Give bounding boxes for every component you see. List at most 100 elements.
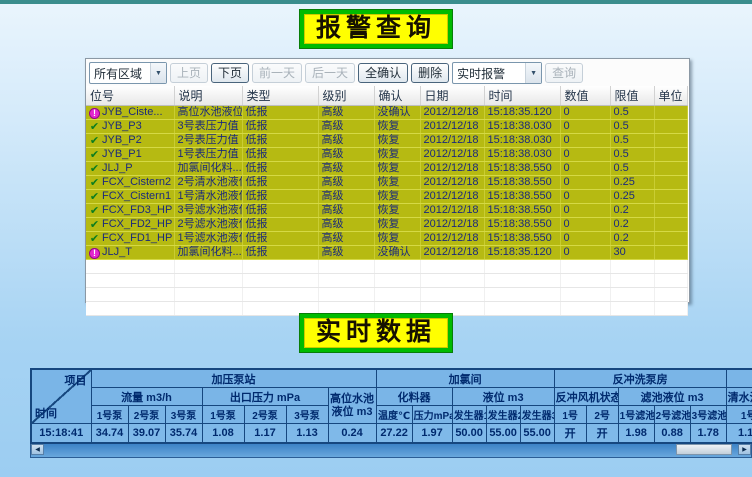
corner-item-label: 项目 (65, 372, 87, 388)
cell-desc: 2号滤水池液位 (174, 218, 242, 232)
col-generator1: 发生器1 (452, 406, 486, 424)
cell-date: 2012/12/18 (420, 176, 484, 190)
area-dropdown[interactable]: 所有区域 ▼ (89, 62, 167, 84)
cell-desc: 2号清水池液位 (174, 176, 242, 190)
alarm-row[interactable]: ✔JLJ_P 加氯间化料... 低报 高级 恢复 2012/12/18 15:1… (86, 162, 687, 176)
clear-water1-value: 1.18 (726, 424, 752, 444)
cell-ack: 恢复 (374, 134, 420, 148)
cell-value: 0 (560, 246, 610, 260)
corner-time-label: 时间 (35, 405, 57, 421)
cell-tag: ✔FCX_FD2_HP (86, 218, 174, 232)
cell-date: 2012/12/18 (420, 232, 484, 246)
prev-day-button[interactable]: 前一天 (252, 63, 302, 83)
alarm-row[interactable]: ✔JYB_P3 3号表压力值 低报 高级 恢复 2012/12/18 15:18… (86, 120, 687, 134)
cell-unit (654, 246, 687, 260)
col-limit[interactable]: 限值 (610, 86, 654, 106)
col-value[interactable]: 数值 (560, 86, 610, 106)
chevron-down-icon: ▼ (150, 63, 166, 83)
cell-tag: ✔FCX_FD3_HP (86, 204, 174, 218)
col-level[interactable]: 级别 (318, 86, 374, 106)
alarm-table: 位号 说明 类型 级别 确认 日期 时间 数值 限值 单位 !JYB_Ciste… (86, 86, 688, 316)
next-page-button[interactable]: 下页 (211, 63, 249, 83)
cell-date: 2012/12/18 (420, 134, 484, 148)
cell-desc: 加氯间化料... (174, 246, 242, 260)
col-fan2: 2号 (586, 406, 618, 424)
cell-value: 0 (560, 218, 610, 232)
ack-check-icon: ✔ (89, 136, 100, 147)
col-date[interactable]: 日期 (420, 86, 484, 106)
cell-time: 15:18:38.550 (484, 204, 560, 218)
cell-ack: 恢复 (374, 218, 420, 232)
cell-type: 低报 (242, 218, 318, 232)
col-filter-pool2: 2号滤池 (654, 406, 690, 424)
alarm-row[interactable]: ✔FCX_FD3_HP 3号滤水池液位 低报 高级 恢复 2012/12/18 … (86, 204, 687, 218)
col-ack[interactable]: 确认 (374, 86, 420, 106)
cell-unit (654, 134, 687, 148)
value-row: 15:18:41 34.74 39.07 35.74 1.08 1.17 1.1… (31, 424, 752, 444)
group-pump-station: 加压泵站 (91, 369, 376, 388)
group-header-row: 项目 时间 加压泵站 加氯间 反冲洗泵房 清水池 (31, 369, 752, 388)
cell-limit: 0.5 (610, 106, 654, 120)
cell-ack: 恢复 (374, 232, 420, 246)
alarm-row[interactable]: ✔FCX_FD2_HP 2号滤水池液位 低报 高级 恢复 2012/12/18 … (86, 218, 687, 232)
ack-check-icon: ✔ (89, 234, 100, 245)
ack-all-button[interactable]: 全确认 (358, 63, 408, 83)
col-type[interactable]: 类型 (242, 86, 318, 106)
cell-level: 高级 (318, 106, 374, 120)
scrollbar-thumb[interactable] (676, 444, 732, 455)
alarm-row[interactable]: ✔FCX_Cistern1 1号清水池液位 低报 高级 恢复 2012/12/1… (86, 190, 687, 204)
col-fan1: 1号 (554, 406, 586, 424)
cell-limit: 0.5 (610, 148, 654, 162)
alarm-row[interactable]: ✔JYB_P1 1号表压力值 低报 高级 恢复 2012/12/18 15:18… (86, 148, 687, 162)
col-time[interactable]: 时间 (484, 86, 560, 106)
pressure2-value: 1.17 (244, 424, 286, 444)
alarm-row[interactable]: !JLJ_T 加氯间化料... 低报 高级 没确认 2012/12/18 15:… (86, 246, 687, 260)
query-button[interactable]: 查询 (545, 63, 583, 83)
subheader-high-pool-level: 高位水池 液位 m3 (328, 388, 376, 424)
subheader-filter-pool-level: 滤池液位 m3 (618, 388, 726, 406)
cell-date: 2012/12/18 (420, 120, 484, 134)
flow3-value: 35.74 (165, 424, 202, 444)
col-tag[interactable]: 位号 (86, 86, 174, 106)
alarm-row[interactable]: ✔FCX_Cistern2 2号清水池液位 低报 高级 恢复 2012/12/1… (86, 176, 687, 190)
delete-button[interactable]: 删除 (411, 63, 449, 83)
mixer-pressure-value: 1.97 (412, 424, 452, 444)
cell-date: 2012/12/18 (420, 162, 484, 176)
scroll-right-icon[interactable]: ▶ (738, 444, 751, 455)
chevron-down-icon: ▼ (525, 63, 541, 83)
alarm-row[interactable]: ✔JYB_P2 2号表压力值 低报 高级 恢复 2012/12/18 15:18… (86, 134, 687, 148)
realtime-table-wrapper: 项目 时间 加压泵站 加氯间 反冲洗泵房 清水池 流量 m3/h 出口压力 mP… (30, 368, 752, 444)
top-border-strip (0, 0, 752, 4)
cell-tag: ✔JYB_P1 (86, 148, 174, 162)
cell-date: 2012/12/18 (420, 218, 484, 232)
cell-desc: 高位水池液位 (174, 106, 242, 120)
next-day-button[interactable]: 后一天 (305, 63, 355, 83)
cell-limit: 0.5 (610, 162, 654, 176)
col-mixer-pressure: 压力mPa (412, 406, 452, 424)
alarm-mode-dropdown[interactable]: 实时报警 ▼ (452, 62, 542, 84)
alarm-row[interactable]: ✔FCX_FD1_HP 1号滤水池液位 低报 高级 恢复 2012/12/18 … (86, 232, 687, 246)
prev-page-button[interactable]: 上页 (170, 63, 208, 83)
col-unit[interactable]: 单位 (654, 86, 687, 106)
alarm-row[interactable]: !JYB_Ciste... 高位水池液位 低报 高级 没确认 2012/12/1… (86, 106, 687, 120)
cell-limit: 0.2 (610, 204, 654, 218)
scroll-left-icon[interactable]: ◀ (31, 444, 44, 455)
col-desc[interactable]: 说明 (174, 86, 242, 106)
filter-pool1-value: 1.98 (618, 424, 654, 444)
cell-value: 0 (560, 106, 610, 120)
cell-level: 高级 (318, 120, 374, 134)
generator1-value: 50.00 (452, 424, 486, 444)
flow1-value: 34.74 (91, 424, 128, 444)
cell-type: 低报 (242, 120, 318, 134)
subheader-clear-water-level: 清水池液位 (726, 388, 752, 406)
generator2-value: 55.00 (486, 424, 520, 444)
col-flow-pump2: 2号泵 (128, 406, 165, 424)
col-filter-pool1: 1号滤池 (618, 406, 654, 424)
cell-type: 低报 (242, 232, 318, 246)
cell-tag: !JYB_Ciste... (86, 106, 174, 120)
horizontal-scrollbar[interactable]: ◀ ▶ (30, 444, 752, 458)
ack-check-icon: ✔ (89, 220, 100, 231)
cell-time: 15:18:38.030 (484, 120, 560, 134)
cell-limit: 0.25 (610, 176, 654, 190)
cell-date: 2012/12/18 (420, 246, 484, 260)
